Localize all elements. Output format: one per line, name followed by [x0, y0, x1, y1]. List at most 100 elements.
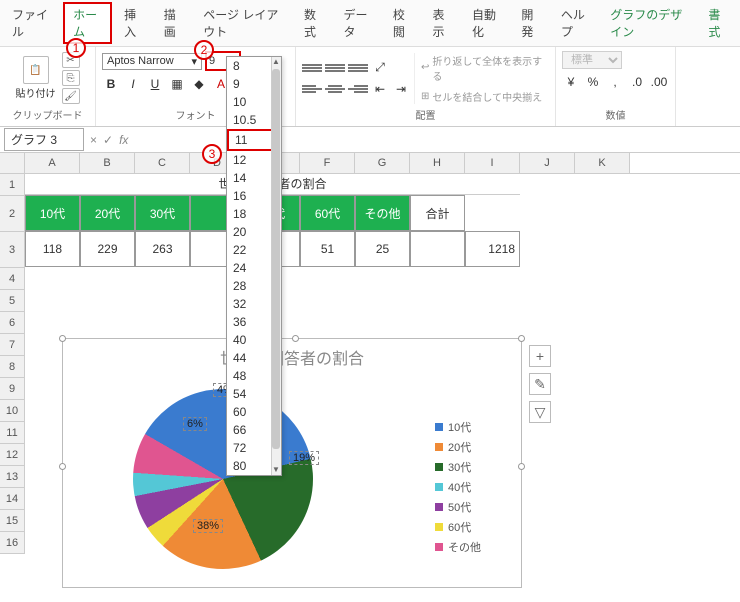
indent-decrease-icon[interactable]: ⇤ [371, 80, 389, 98]
bold-button[interactable]: B [102, 75, 120, 93]
table-header[interactable]: 30代 [135, 195, 190, 231]
row-header[interactable]: 4 [0, 268, 25, 290]
col-header[interactable]: F [300, 153, 355, 173]
fx-icon[interactable]: fx [119, 133, 128, 147]
resize-handle[interactable] [292, 335, 299, 342]
decrease-decimal-icon[interactable]: .00 [650, 73, 668, 91]
row-header[interactable]: 13 [0, 466, 25, 488]
table-header[interactable]: その他 [355, 195, 410, 231]
align-top-icon[interactable] [302, 60, 322, 76]
col-header[interactable]: J [520, 153, 575, 173]
table-cell[interactable] [410, 231, 465, 267]
col-header[interactable]: K [575, 153, 630, 173]
increase-decimal-icon[interactable]: .0 [628, 73, 646, 91]
row-header[interactable]: 16 [0, 532, 25, 554]
scroll-up-icon[interactable]: ▲ [272, 57, 280, 67]
align-bottom-icon[interactable] [348, 60, 368, 76]
tab-insert[interactable]: 挿入 [116, 2, 152, 44]
chart-legend[interactable]: 10代 20代 30代 40代 50代 60代 その他 [435, 419, 481, 559]
tab-developer[interactable]: 開発 [513, 2, 549, 44]
orientation-icon[interactable]: ⤢ [371, 59, 389, 77]
row-header[interactable]: 1 [0, 174, 25, 196]
table-header[interactable]: 合計 [410, 195, 465, 231]
align-left-icon[interactable] [302, 81, 322, 97]
table-cell[interactable]: 263 [135, 231, 190, 267]
pie-datalabel[interactable]: 19% [289, 451, 319, 465]
col-header[interactable]: C [135, 153, 190, 173]
underline-button[interactable]: U [146, 75, 164, 93]
tab-file[interactable]: ファイル [4, 2, 59, 44]
percent-icon[interactable]: % [584, 73, 602, 91]
tab-review[interactable]: 校閲 [385, 2, 421, 44]
tab-automate[interactable]: 自動化 [464, 2, 509, 44]
row-header[interactable]: 10 [0, 400, 25, 422]
pie-chart[interactable]: 世代別回答者の割合 38% 19% 6% 4% 10代 20代 30代 40代 … [62, 338, 522, 588]
col-header[interactable]: G [355, 153, 410, 173]
row-header[interactable]: 7 [0, 334, 25, 356]
tab-data[interactable]: データ [336, 2, 381, 44]
comma-icon[interactable]: , [606, 73, 624, 91]
format-painter-icon[interactable]: 🖌 [62, 88, 80, 104]
row-header[interactable]: 2 [0, 196, 25, 232]
select-all-corner[interactable] [0, 153, 25, 173]
font-size-dropdown[interactable]: ▲ ▼ 891010.51112141618202224283236404448… [226, 56, 282, 476]
tab-page-layout[interactable]: ページ レイアウト [195, 2, 292, 44]
table-header[interactable]: 10代 [25, 195, 80, 231]
col-header[interactable]: I [465, 153, 520, 173]
row-header[interactable]: 5 [0, 290, 25, 312]
col-header[interactable]: H [410, 153, 465, 173]
tab-home[interactable]: ホーム [63, 2, 112, 44]
row-header[interactable]: 9 [0, 378, 25, 400]
name-box[interactable]: グラフ 3 [4, 128, 84, 151]
tab-format[interactable]: 書式 [700, 2, 736, 44]
col-header[interactable]: B [80, 153, 135, 173]
row-header[interactable]: 8 [0, 356, 25, 378]
tab-help[interactable]: ヘルプ [553, 2, 598, 44]
resize-handle[interactable] [518, 335, 525, 342]
chart-elements-button[interactable]: + [529, 345, 551, 367]
wrap-text-button[interactable]: ↩折り返して全体を表示する [421, 53, 549, 83]
paste-icon[interactable]: 📋 [23, 56, 49, 84]
copy-icon[interactable]: ⎘ [62, 70, 80, 86]
resize-handle[interactable] [59, 335, 66, 342]
cancel-icon[interactable]: × [90, 133, 97, 147]
resize-handle[interactable] [59, 463, 66, 470]
row-header[interactable]: 12 [0, 444, 25, 466]
row-header[interactable]: 11 [0, 422, 25, 444]
enter-icon[interactable]: ✓ [103, 133, 113, 147]
align-right-icon[interactable] [348, 81, 368, 97]
tab-formulas[interactable]: 数式 [296, 2, 332, 44]
scrollbar-track[interactable]: ▲ ▼ [271, 57, 281, 475]
chart-filters-button[interactable]: ▽ [529, 401, 551, 423]
font-family-combo[interactable]: Aptos Narrow▾ [102, 53, 202, 70]
row-header[interactable]: 14 [0, 488, 25, 510]
number-format-combo[interactable]: 標準 [562, 51, 622, 69]
table-cell[interactable]: 51 [300, 231, 355, 267]
currency-icon[interactable]: ¥ [562, 73, 580, 91]
align-middle-icon[interactable] [325, 60, 345, 76]
pie-datalabel[interactable]: 6% [183, 417, 207, 431]
tab-draw[interactable]: 描画 [156, 2, 192, 44]
chart-title[interactable]: 世代別回答者の割合 [63, 345, 521, 369]
resize-handle[interactable] [518, 463, 525, 470]
table-cell[interactable]: 118 [25, 231, 80, 267]
chart-styles-button[interactable]: ✎ [529, 373, 551, 395]
merge-center-button[interactable]: ⊞セルを結合して中央揃え [421, 89, 549, 104]
row-header[interactable]: 6 [0, 312, 25, 334]
col-header[interactable]: A [25, 153, 80, 173]
scrollbar-thumb[interactable] [272, 69, 280, 449]
table-header[interactable]: 60代 [300, 195, 355, 231]
table-cell[interactable]: 229 [80, 231, 135, 267]
italic-button[interactable]: I [124, 75, 142, 93]
indent-increase-icon[interactable]: ⇥ [392, 80, 410, 98]
scroll-down-icon[interactable]: ▼ [272, 465, 280, 475]
align-center-icon[interactable] [325, 81, 345, 97]
border-button[interactable]: ▦ [168, 75, 186, 93]
table-header[interactable]: 20代 [80, 195, 135, 231]
pie-datalabel[interactable]: 38% [193, 519, 223, 533]
row-header[interactable]: 15 [0, 510, 25, 532]
fill-color-button[interactable]: ◆ [190, 75, 208, 93]
table-cell-total[interactable]: 1218 [465, 231, 520, 267]
tab-chart-design[interactable]: グラフのデザイン [602, 2, 696, 44]
tab-view[interactable]: 表示 [424, 2, 460, 44]
